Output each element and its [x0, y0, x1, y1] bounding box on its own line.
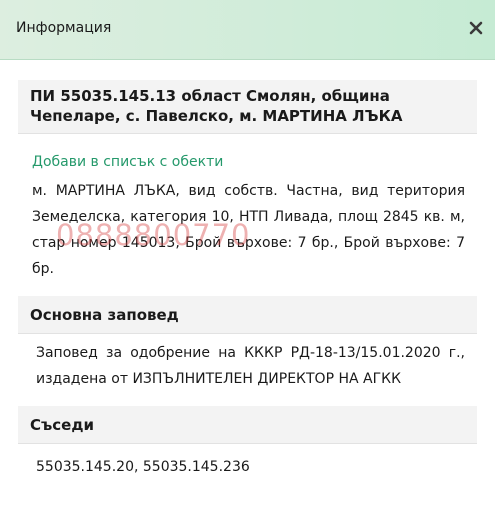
dialog-content: ПИ 55035.145.13 област Смолян, община Че…	[18, 80, 477, 480]
add-to-objects-link[interactable]: Добави в списък с обекти	[32, 153, 477, 171]
order-heading: Основна заповед	[18, 296, 477, 334]
dialog-header: Информация	[0, 0, 495, 60]
dialog-title: Информация	[16, 20, 112, 36]
info-dialog: Информация ПИ 55035.145.13 област Смолян…	[0, 0, 495, 507]
order-text: Заповед за одобрение на КККР РД-18-13/15…	[36, 345, 465, 387]
property-description: м. МАРТИНА ЛЪКА, вид собств. Частна, вид…	[32, 178, 465, 282]
property-heading: ПИ 55035.145.13 област Смолян, община Че…	[18, 80, 477, 134]
neighbors-section: Съседи 55035.145.20, 55035.145.236	[18, 406, 477, 480]
order-section: Основна заповед Заповед за одобрение на …	[18, 296, 477, 392]
close-icon[interactable]	[465, 17, 487, 39]
property-description-text: м. МАРТИНА ЛЪКА, вид собств. Частна, вид…	[32, 183, 465, 277]
neighbors-text: 55035.145.20, 55035.145.236	[36, 459, 250, 475]
neighbors-heading: Съседи	[18, 406, 477, 444]
